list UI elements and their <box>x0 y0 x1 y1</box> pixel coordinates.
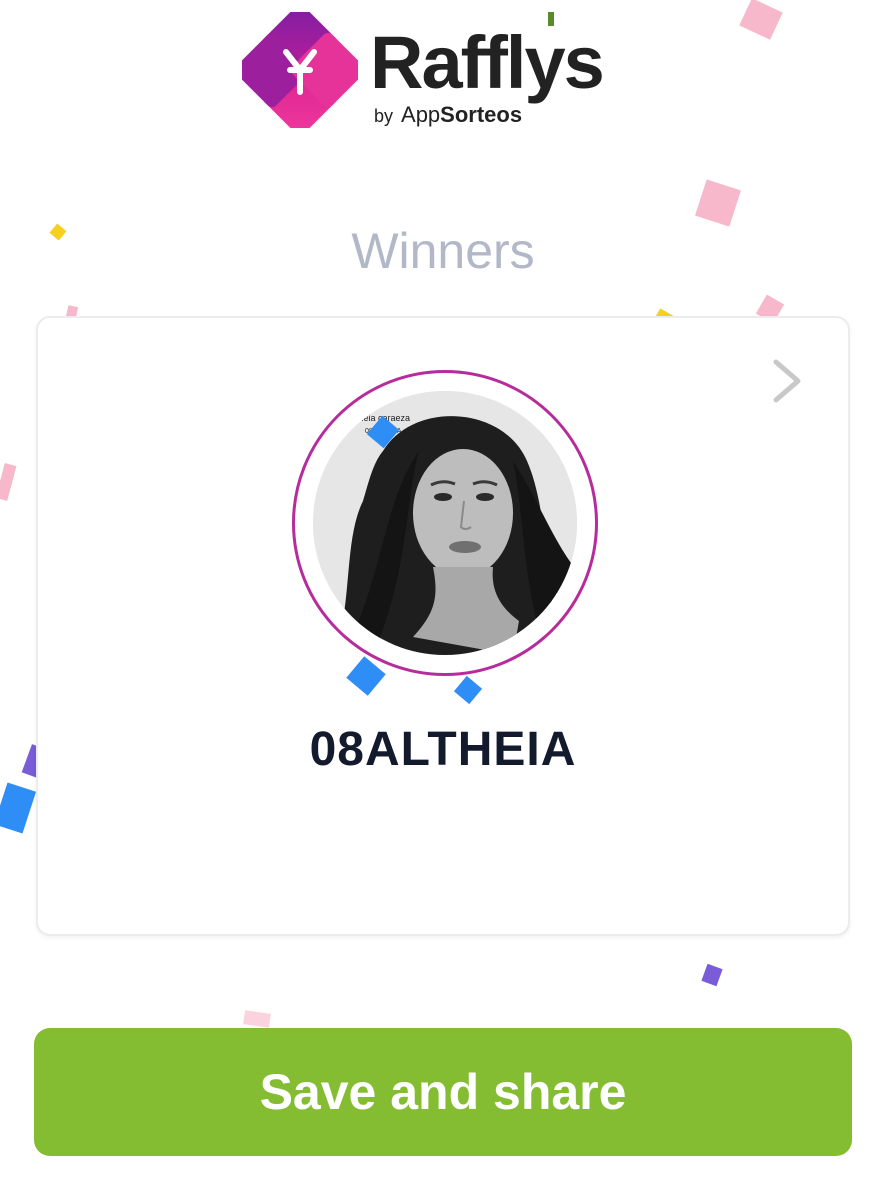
avatar-caption-line2: 08ALTHEIA <box>365 428 402 435</box>
app-name: Rafflys <box>370 21 605 104</box>
confetti-piece <box>453 675 483 705</box>
byline-brand-bold: Sorteos <box>440 102 523 127</box>
confetti-piece <box>243 1010 271 1028</box>
chevron-right-icon[interactable] <box>770 358 804 404</box>
confetti-piece <box>701 963 723 987</box>
avatar-caption-line1: altheia caraeza <box>349 413 410 423</box>
winner-card: altheia caraeza 08ALTHEIA 08ALTHEIA <box>36 316 850 936</box>
avatar: altheia caraeza 08ALTHEIA <box>313 391 577 655</box>
save-and-share-button[interactable]: Save and share <box>34 1028 852 1156</box>
confetti-piece <box>695 179 741 227</box>
byline-prefix: by <box>374 106 394 126</box>
avatar-photo: altheia caraeza 08ALTHEIA <box>313 391 577 655</box>
page-title: Winners <box>351 223 535 279</box>
winner-avatar-ring: altheia caraeza 08ALTHEIA <box>292 370 598 676</box>
confetti-piece <box>0 782 37 834</box>
confetti-piece <box>346 656 386 696</box>
confetti-piece <box>739 0 783 40</box>
winners-screen: Rafflys by AppSorteos Winners altheia ca… <box>0 0 886 1200</box>
confetti-piece <box>0 463 17 501</box>
rafflys-logo-icon <box>242 12 358 128</box>
byline-brand-regular: App <box>401 102 441 127</box>
winner-username: 08ALTHEIA <box>309 723 577 776</box>
app-byline: by AppSorteos <box>374 104 522 126</box>
app-logo: Rafflys by AppSorteos <box>242 12 662 132</box>
